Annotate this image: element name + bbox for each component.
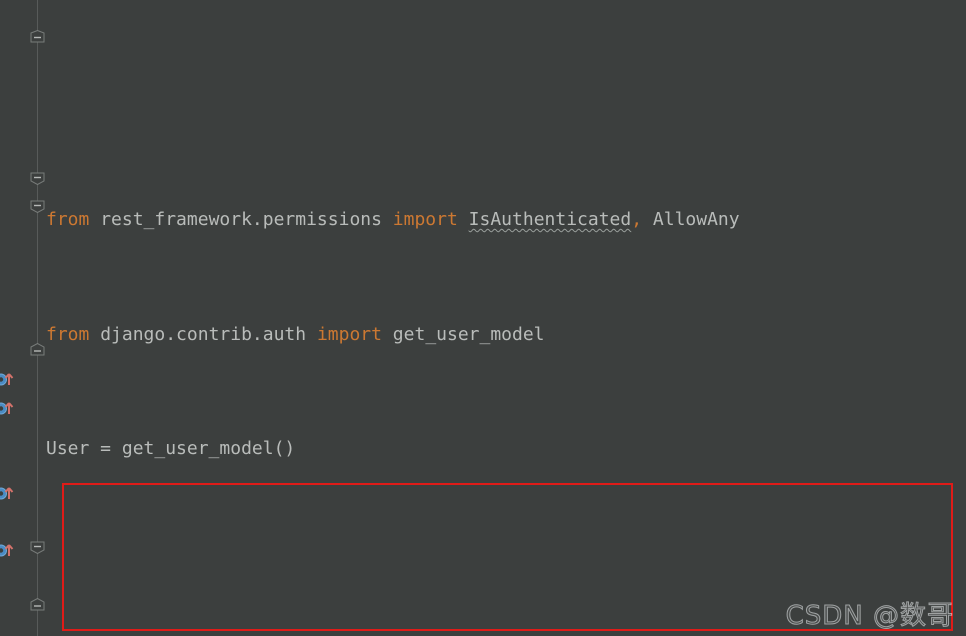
code-editor[interactable]: from rest_framework.permissions import I… xyxy=(0,0,966,636)
gutter-icon-overrides-serializer-class[interactable] xyxy=(0,400,17,416)
code-line-clipped-top xyxy=(0,114,966,120)
fold-collapse-method-end[interactable] xyxy=(30,598,45,611)
editor-gutter[interactable] xyxy=(0,0,45,636)
code-line-blank-1 xyxy=(0,549,966,578)
fold-collapse-import-block[interactable] xyxy=(30,30,45,43)
token-name-allow-any: AllowAny xyxy=(642,209,740,231)
fold-collapse-docstring-bottom[interactable] xyxy=(30,343,45,356)
code-line-user-assign[interactable]: User = get_user_model() xyxy=(0,435,966,464)
code-content[interactable]: from rest_framework.permissions import I… xyxy=(0,0,966,636)
token-module-django-contrib-auth: django.contrib.auth xyxy=(89,323,317,345)
gutter-icon-overrides-list-method[interactable] xyxy=(0,542,17,558)
token-comma: , xyxy=(631,209,643,231)
token-stmt-user-assign: User = get_user_model() xyxy=(46,437,296,459)
token-keyword-import: import xyxy=(392,209,458,231)
token-name-get-user-model: get_user_model xyxy=(381,323,545,345)
fold-collapse-method-list[interactable] xyxy=(30,541,45,554)
token-module-rest-framework-permissions: rest_framework.permissions xyxy=(89,209,393,231)
token-keyword-import: import xyxy=(316,323,382,345)
fold-collapse-docstring-top[interactable] xyxy=(30,200,45,213)
gutter-icon-overrides-queryset[interactable] xyxy=(0,371,17,387)
fold-collapse-class[interactable] xyxy=(30,172,45,185)
code-line-import-permissions[interactable]: from rest_framework.permissions import I… xyxy=(0,206,966,235)
token-keyword-from: from xyxy=(46,323,90,345)
token-name-is-authenticated: IsAuthenticated xyxy=(468,209,632,231)
token-keyword-from: from xyxy=(46,209,90,231)
code-line-import-auth[interactable]: from django.contrib.auth import get_user… xyxy=(0,321,966,350)
gutter-icon-overrides-permission-classes[interactable] xyxy=(0,485,17,501)
